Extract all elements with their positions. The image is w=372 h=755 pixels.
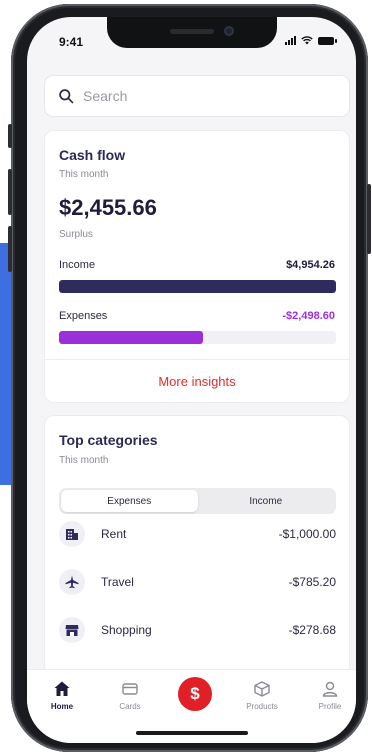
- top-categories-card: Top categories This month Expenses Incom…: [44, 415, 350, 675]
- speaker: [170, 29, 214, 34]
- surplus-label: Surplus: [59, 229, 93, 240]
- search-input[interactable]: [83, 88, 323, 104]
- cash-flow-card: Cash flow This month $2,455.66 Surplus I…: [44, 130, 350, 403]
- status-icons: [285, 36, 337, 45]
- card-divider: [45, 359, 349, 360]
- category-value: -$278.68: [288, 623, 336, 637]
- top-categories-title: Top categories: [59, 432, 158, 448]
- store-icon: [59, 617, 85, 643]
- status-time: 9:41: [59, 35, 84, 49]
- category-row-shopping[interactable]: Shopping -$278.68: [59, 615, 336, 645]
- expenses-bar: [59, 331, 336, 344]
- volume-up-button: [8, 169, 12, 215]
- income-label: Income: [59, 259, 96, 271]
- search-bar[interactable]: [44, 75, 350, 117]
- signal-icon: [285, 36, 296, 45]
- volume-down-button: [8, 226, 12, 272]
- cash-flow-title: Cash flow: [59, 147, 126, 163]
- top-categories-period: This month: [59, 455, 109, 466]
- category-value: -$785.20: [288, 575, 336, 589]
- tab-label: Cards: [119, 702, 141, 711]
- tab-label: Profile: [318, 702, 342, 711]
- tab-cards[interactable]: Cards: [104, 680, 156, 711]
- expenses-value: -$2,498.60: [282, 310, 335, 322]
- income-bar-fill: [59, 280, 336, 293]
- home-icon: [54, 681, 70, 696]
- tab-home[interactable]: Home: [36, 680, 88, 711]
- cash-flow-amount: $2,455.66: [59, 195, 157, 220]
- cash-flow-period: This month: [59, 169, 109, 180]
- tab-income[interactable]: Income: [198, 490, 335, 512]
- category-name: Travel: [101, 575, 134, 589]
- tab-label: Products: [246, 702, 278, 711]
- battery-icon: [318, 36, 337, 45]
- home-indicator: [136, 731, 248, 735]
- notch: [107, 17, 277, 48]
- category-name: Rent: [101, 527, 127, 541]
- box-icon: [254, 681, 270, 697]
- tab-products[interactable]: Products: [236, 680, 288, 711]
- person-icon: [322, 681, 338, 697]
- power-button: [367, 184, 371, 254]
- category-name: Shopping: [101, 623, 152, 637]
- camera: [224, 26, 234, 36]
- card-icon: [122, 683, 138, 695]
- bottom-tab-bar: Home Cards $ Products Profile: [27, 669, 356, 743]
- category-value: -$1,000.00: [278, 527, 336, 541]
- category-row-rent[interactable]: Rent -$1,000.00: [59, 519, 336, 549]
- tab-label: Home: [50, 702, 74, 711]
- building-icon: [59, 521, 85, 547]
- search-icon: [59, 88, 74, 103]
- category-segmented-control: Expenses Income: [59, 488, 336, 514]
- income-value: $4,954.26: [286, 259, 335, 271]
- expenses-label: Expenses: [59, 310, 108, 322]
- income-bar: [59, 280, 336, 293]
- tab-expenses[interactable]: Expenses: [61, 490, 198, 512]
- tab-profile[interactable]: Profile: [304, 680, 356, 711]
- pay-button[interactable]: $: [178, 677, 212, 711]
- app-screen: 9:41 Cash flow This month $2,455.66 Surp…: [27, 17, 356, 743]
- mute-switch: [8, 124, 12, 148]
- category-row-travel[interactable]: Travel -$785.20: [59, 567, 336, 597]
- more-insights-link[interactable]: More insights: [45, 374, 349, 389]
- expenses-bar-fill: [59, 331, 204, 344]
- wifi-icon: [301, 36, 313, 45]
- airplane-icon: [59, 569, 85, 595]
